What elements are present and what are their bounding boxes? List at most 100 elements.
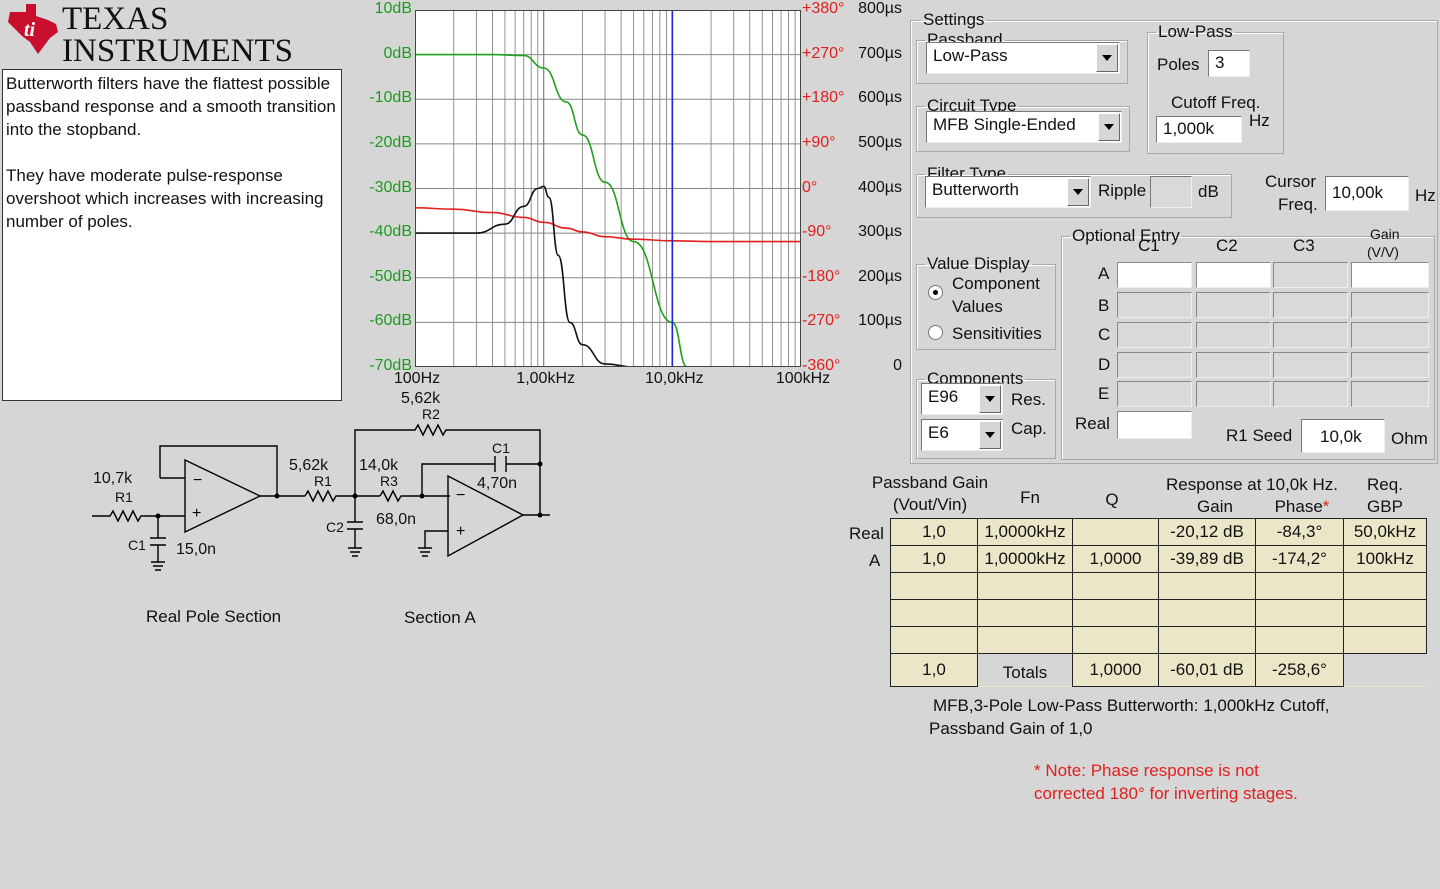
chevron-down-icon[interactable] bbox=[1096, 44, 1118, 72]
optional-entry-cell[interactable] bbox=[1196, 322, 1271, 348]
optional-entry-real-cell[interactable] bbox=[1117, 411, 1192, 439]
totals-cell: 1,0 bbox=[890, 653, 978, 687]
optional-entry-cell[interactable] bbox=[1273, 322, 1348, 348]
logo-line1: TEXAS bbox=[62, 1, 169, 37]
ripple-unit: dB bbox=[1198, 182, 1219, 201]
hdr-q: Q bbox=[1105, 490, 1119, 509]
r1-seed-unit: Ohm bbox=[1391, 429, 1428, 448]
a-r3-label: R3 bbox=[380, 473, 398, 489]
logo-line2: INSTRUMENTS bbox=[62, 33, 294, 69]
table-cell bbox=[977, 626, 1073, 654]
hdr-phase: Phase* bbox=[1262, 496, 1342, 518]
svg-text:ti: ti bbox=[24, 19, 36, 41]
chevron-down-icon[interactable] bbox=[1067, 178, 1089, 206]
ripple-input[interactable] bbox=[1150, 176, 1192, 208]
real-r1-value: 10,7k bbox=[93, 470, 133, 487]
totals-row: 1,0 Totals 1,0000 -60,01 dB -258,6° bbox=[890, 653, 1427, 687]
oe-row-a: A bbox=[1098, 264, 1110, 283]
hdr-fn: Fn bbox=[1020, 488, 1040, 507]
oe-col-gain-unit: (V/V) bbox=[1367, 244, 1399, 260]
optional-entry-cell[interactable] bbox=[1273, 381, 1348, 407]
component-values-label-2[interactable]: Values bbox=[952, 297, 1003, 317]
table-cell bbox=[977, 599, 1073, 627]
optional-entry-cell[interactable] bbox=[1117, 262, 1192, 288]
cutoff-label: Cutoff Freq. bbox=[1171, 93, 1261, 112]
y-delay-tick-label: 700µs bbox=[858, 44, 902, 62]
optional-entry-cell[interactable] bbox=[1117, 292, 1192, 318]
poles-input[interactable]: 3 bbox=[1208, 50, 1250, 77]
optional-entry-cell[interactable] bbox=[1117, 381, 1192, 407]
component-values-label-1[interactable]: Component bbox=[952, 274, 1040, 294]
table-cell: -84,3° bbox=[1255, 518, 1344, 546]
table-cell bbox=[1255, 626, 1344, 654]
table-cell: 1,0000kHz bbox=[977, 545, 1073, 573]
table-cell: 1,0 bbox=[890, 518, 978, 546]
hdr-req: Req. GBP bbox=[1350, 474, 1420, 518]
hdr-passband-gain: Passband Gain (Vout/Vin) bbox=[860, 472, 1000, 516]
cap-label: Cap. bbox=[1011, 419, 1047, 438]
table-cell: -174,2° bbox=[1255, 545, 1344, 573]
optional-entry-cell[interactable] bbox=[1351, 262, 1429, 288]
cap-series-select[interactable]: E6 bbox=[921, 419, 1003, 451]
sensitivities-label[interactable]: Sensitivities bbox=[952, 324, 1042, 344]
oe-col-c2: C2 bbox=[1216, 236, 1238, 255]
y-left-tick-label: -10dB bbox=[369, 89, 412, 107]
totals-cell: -258,6° bbox=[1255, 653, 1344, 687]
r1-seed-input[interactable]: 10,0k bbox=[1301, 419, 1385, 453]
totals-cell: -60,01 dB bbox=[1158, 653, 1256, 687]
filter-schematic: − + − + bbox=[92, 423, 550, 571]
cutoff-input[interactable]: 1,000k bbox=[1156, 116, 1242, 143]
cursor-freq-input[interactable]: 10,00k bbox=[1325, 176, 1409, 211]
summary-line-1: MFB,3-Pole Low-Pass Butterworth: 1,000kH… bbox=[933, 696, 1330, 715]
res-series-select[interactable]: E96 bbox=[921, 383, 1003, 415]
oe-row-real: Real bbox=[1075, 414, 1110, 433]
y-delay-tick-label: 400µs bbox=[858, 178, 902, 196]
table-cell bbox=[890, 626, 978, 654]
optional-entry-cell[interactable] bbox=[1196, 292, 1271, 318]
settings-legend: Settings bbox=[923, 10, 985, 29]
optional-entry-cell[interactable] bbox=[1351, 292, 1429, 318]
summary-line-2: Passband Gain of 1,0 bbox=[929, 719, 1093, 738]
optional-entry-cell[interactable] bbox=[1273, 292, 1348, 318]
chevron-down-icon[interactable] bbox=[1098, 113, 1120, 141]
svg-text:+: + bbox=[192, 505, 201, 522]
oe-row-d: D bbox=[1098, 355, 1111, 374]
sensitivities-radio[interactable] bbox=[928, 325, 943, 340]
hdr-req-1: Req. bbox=[1367, 475, 1403, 494]
y-left-tick-label: -30dB bbox=[369, 178, 412, 196]
optional-entry-cell[interactable] bbox=[1117, 322, 1192, 348]
component-values-radio[interactable] bbox=[928, 285, 943, 300]
optional-entry-cell[interactable] bbox=[1351, 381, 1429, 407]
hdr-phase-star: * bbox=[1322, 497, 1330, 516]
group-delay-series-line bbox=[415, 185, 801, 367]
optional-entry-cell[interactable] bbox=[1273, 262, 1348, 288]
magnitude-series-line bbox=[415, 53, 688, 367]
optional-entry-cell[interactable] bbox=[1117, 352, 1192, 378]
hdr-req-2: GBP bbox=[1367, 497, 1403, 516]
optional-entry-cell[interactable] bbox=[1196, 381, 1271, 407]
hdr-phase-text: Phase bbox=[1274, 497, 1323, 516]
optional-entry-cell[interactable] bbox=[1273, 352, 1348, 378]
chevron-down-icon[interactable] bbox=[979, 385, 1001, 413]
optional-entry-cell[interactable] bbox=[1351, 352, 1429, 378]
optional-entry-cell[interactable] bbox=[1196, 352, 1271, 378]
table-cell bbox=[1158, 626, 1256, 654]
filter-type-select[interactable]: Butterworth bbox=[925, 176, 1091, 208]
bode-plot[interactable] bbox=[415, 10, 801, 367]
cursor-unit: Hz bbox=[1415, 186, 1436, 205]
y-delay-tick-label: 0 bbox=[893, 357, 902, 374]
y-left-tick-label: 10dB bbox=[374, 0, 412, 17]
res-label: Res. bbox=[1011, 390, 1046, 409]
chevron-down-icon[interactable] bbox=[979, 421, 1001, 449]
passband-select[interactable]: Low-Pass bbox=[926, 42, 1120, 74]
ti-logo: ti TEXAS INSTRUMENTS bbox=[4, 2, 304, 68]
optional-entry-cell[interactable] bbox=[1351, 322, 1429, 348]
table-cell: 1,0000 bbox=[1072, 545, 1159, 573]
circuit-type-select[interactable]: MFB Single-Ended bbox=[926, 111, 1122, 143]
ripple-label: Ripple bbox=[1098, 181, 1147, 200]
table-cell bbox=[1343, 572, 1427, 600]
y-delay-tick-label: 800µs bbox=[858, 0, 902, 17]
table-cell bbox=[1158, 572, 1256, 600]
optional-entry-cell[interactable] bbox=[1196, 262, 1271, 288]
lowpass-legend: Low-Pass bbox=[1158, 22, 1233, 41]
